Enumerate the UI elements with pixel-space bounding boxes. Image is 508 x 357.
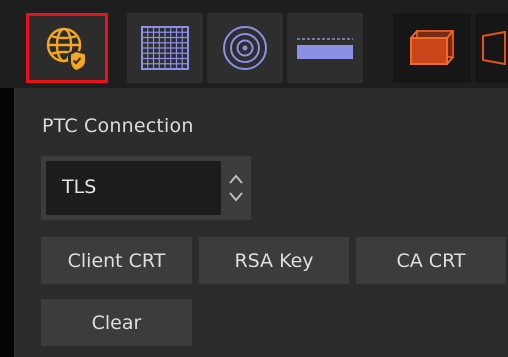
tool-radial[interactable] <box>207 13 283 83</box>
rsa-key-button[interactable]: RSA Key <box>199 237 349 284</box>
clear-button-label: Clear <box>91 311 142 334</box>
client-crt-button[interactable]: Client CRT <box>41 237 192 284</box>
protocol-select-field[interactable]: TLS <box>46 161 221 215</box>
orange-frame-icon <box>482 30 506 66</box>
spinner-arrows-icon[interactable] <box>226 172 246 204</box>
concentric-circles-icon <box>223 26 267 70</box>
toolbar <box>0 0 508 88</box>
tool-frame[interactable] <box>475 13 508 83</box>
plane-icon <box>297 38 353 59</box>
tool-box[interactable] <box>393 13 471 83</box>
section-title: PTC Connection <box>42 115 194 137</box>
protocol-select[interactable]: TLS <box>41 156 251 220</box>
left-edge <box>0 88 14 357</box>
globe-shield-icon <box>46 27 86 72</box>
clear-button[interactable]: Clear <box>41 299 192 346</box>
orange-box-icon <box>410 30 454 65</box>
grid-icon <box>141 26 189 70</box>
ca-crt-button[interactable]: CA CRT <box>356 237 506 284</box>
rsa-key-button-label: RSA Key <box>234 249 314 272</box>
tool-grid[interactable] <box>127 13 203 83</box>
tool-ptc-connection[interactable] <box>26 13 108 83</box>
protocol-select-value: TLS <box>62 176 97 198</box>
ca-crt-button-label: CA CRT <box>396 249 466 272</box>
ptc-settings-window: PTC Connection TLS Client CRT RSA Key CA… <box>0 0 508 357</box>
tool-plane[interactable] <box>287 13 363 83</box>
client-crt-button-label: Client CRT <box>67 249 166 272</box>
